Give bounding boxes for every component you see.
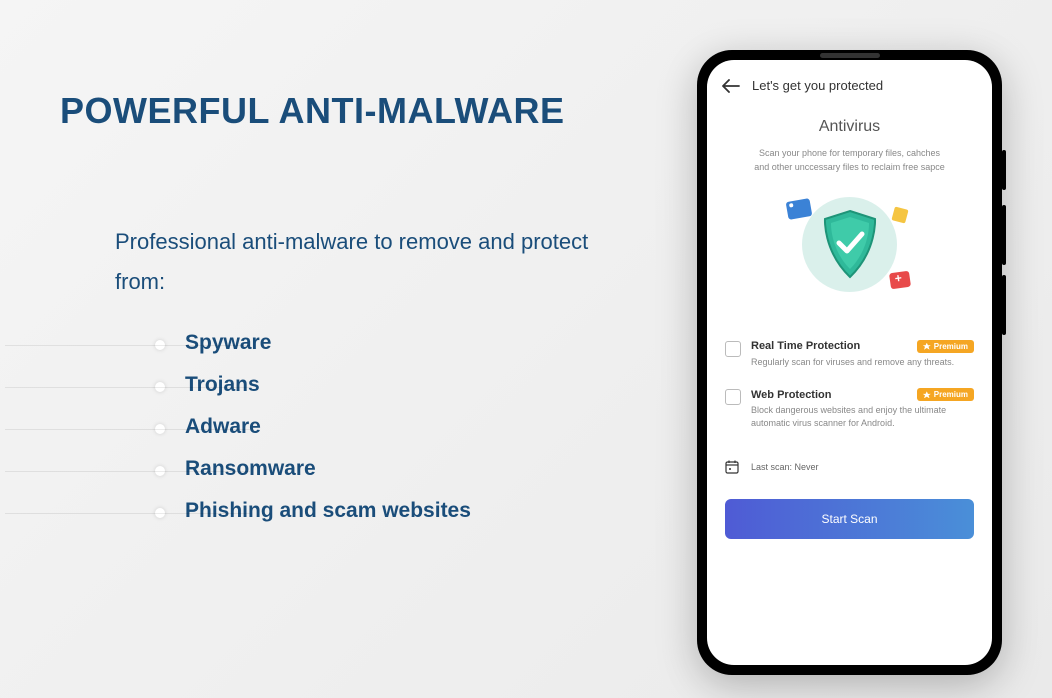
phone-side-button [1002,275,1006,335]
feature-item: Web Protection Premium Block dangerous w… [725,388,974,429]
list-item-label: Phishing and scam websites [185,499,471,522]
feature-checkbox[interactable] [725,341,741,357]
shield-check-icon [819,209,881,281]
feature-description: Regularly scan for viruses and remove an… [751,356,974,369]
phone-mockup: Let's get you protected Antivirus Scan y… [697,50,1002,675]
badge-label: Premium [934,390,968,399]
marketing-left-panel: POWERFUL ANTI-MALWARE Professional anti-… [60,90,620,541]
desc-line: Scan your phone for temporary files, cah… [759,148,940,158]
list-item: Adware [155,415,620,439]
shield-circle [802,197,897,292]
feature-checkbox[interactable] [725,389,741,405]
list-item-label: Ransomware [185,457,316,480]
feature-title: Real Time Protection [751,340,860,352]
feature-title: Web Protection [751,389,831,401]
threat-list: Spyware Trojans Adware Ransomware Phishi… [60,331,620,523]
list-item: Spyware [155,331,620,355]
badge-label: Premium [934,342,968,351]
main-heading: POWERFUL ANTI-MALWARE [60,90,620,132]
calendar-icon [725,460,739,474]
header-title: Let's get you protected [752,78,883,93]
list-item: Ransomware [155,457,620,481]
list-item-label: Adware [185,415,261,438]
medical-icon [889,270,911,289]
phone-side-button [1002,205,1006,265]
phone-speaker [820,53,880,58]
start-scan-button[interactable]: Start Scan [725,499,974,539]
feature-item: Real Time Protection Premium Regularly s… [725,340,974,369]
subheading: Professional anti-malware to remove and … [60,222,620,301]
list-item-label: Trojans [185,373,260,396]
back-arrow-icon[interactable] [722,79,740,93]
list-item: Trojans [155,373,620,397]
photo-icon [786,198,813,220]
section-title: Antivirus [707,118,992,136]
desc-line: and other unccessary files to reclaim fr… [754,162,945,172]
last-scan-row: Last scan: Never [707,460,992,474]
file-icon [891,206,908,223]
phone-screen: Let's get you protected Antivirus Scan y… [707,60,992,665]
features-list: Real Time Protection Premium Regularly s… [707,340,992,450]
list-item: Phishing and scam websites [155,499,620,523]
app-header: Let's get you protected [707,60,992,103]
premium-badge: Premium [917,388,974,401]
list-item-label: Spyware [185,331,271,354]
feature-description: Block dangerous websites and enjoy the u… [751,404,974,429]
premium-badge: Premium [917,340,974,353]
phone-side-button [1002,150,1006,190]
shield-illustration [707,190,992,300]
last-scan-text: Last scan: Never [751,462,819,472]
section-description: Scan your phone for temporary files, cah… [707,146,992,175]
